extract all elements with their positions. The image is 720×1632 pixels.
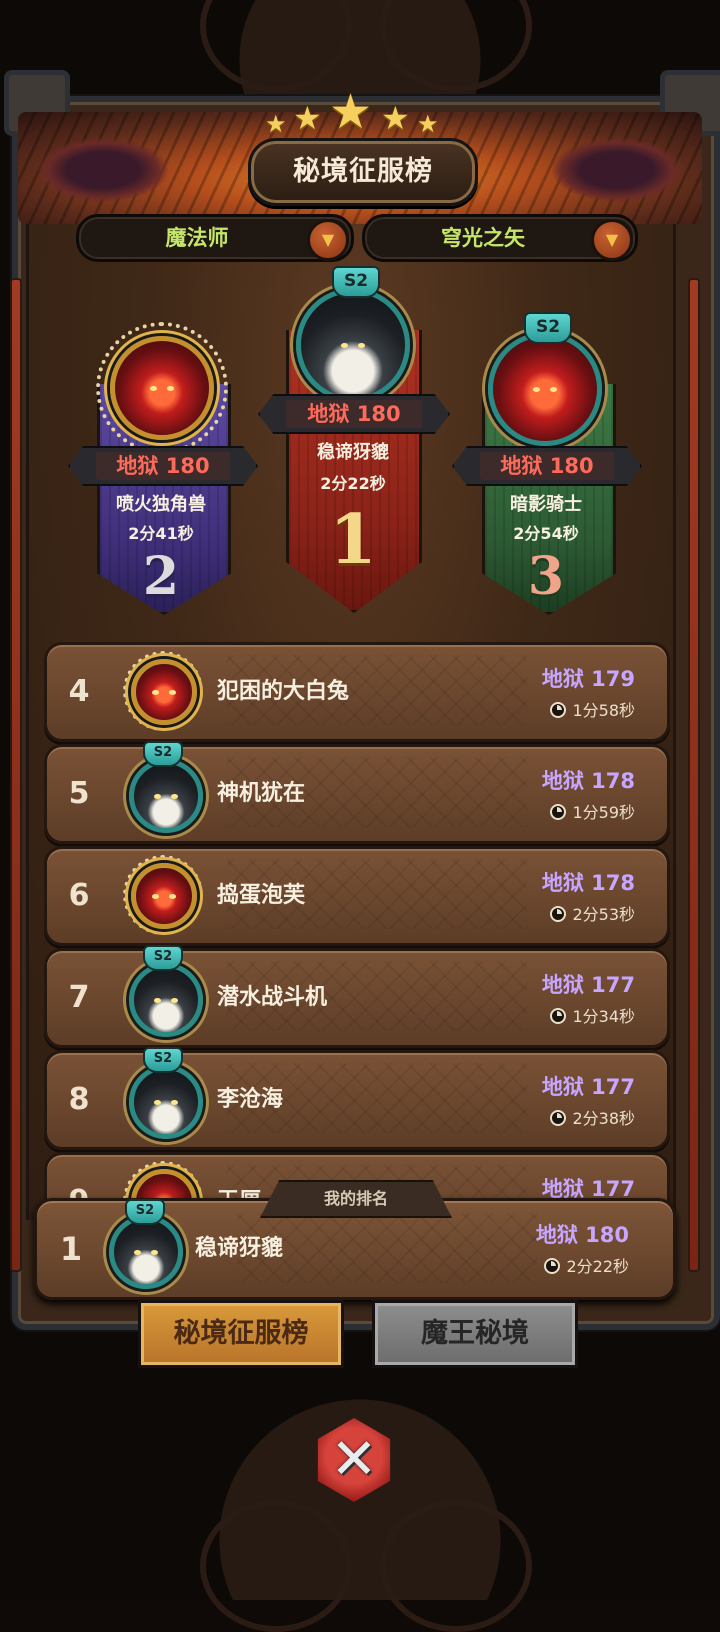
clock-icon: [550, 906, 567, 922]
season-badge: S2: [143, 945, 183, 971]
clock-icon: [550, 1008, 567, 1024]
row-level: 地狱 178: [541, 871, 635, 895]
podium-player-time: 2分41秒: [128, 524, 194, 543]
player-avatar[interactable]: [109, 1215, 183, 1289]
list-item[interactable]: 6 捣蛋泡芙 地狱 178 2分53秒: [44, 846, 670, 946]
clock-icon: [550, 702, 567, 718]
my-rank-tab: 我的排名: [260, 1180, 452, 1218]
row-level: 地狱 178: [541, 769, 635, 793]
row-rank: 8: [68, 1082, 90, 1117]
row-rank: 4: [68, 674, 90, 709]
star-icon: ★: [293, 99, 322, 137]
page-title: 秘境征服榜: [248, 138, 478, 206]
class-filter-dropdown[interactable]: 魔法师 ▼: [76, 214, 354, 262]
podium-rank-number: 1: [329, 500, 377, 580]
podium-level-ribbon: 地狱 180: [258, 394, 450, 434]
player-avatar[interactable]: [131, 659, 197, 725]
tab-conquest-leaderboard[interactable]: 秘境征服榜: [138, 1300, 344, 1368]
clock-icon: [550, 1110, 567, 1126]
row-time: 1分58秒: [550, 697, 635, 721]
row-time: 1分34秒: [550, 1003, 635, 1027]
chevron-down-icon[interactable]: ▼: [307, 219, 349, 261]
podium-player-time: 2分54秒: [513, 524, 579, 543]
season-badge: S2: [332, 266, 380, 298]
row-time: 1分59秒: [550, 799, 635, 823]
season-badge: S2: [143, 1047, 183, 1073]
row-time: 2分38秒: [550, 1105, 635, 1129]
player-avatar[interactable]: [129, 963, 203, 1037]
skill-filter-dropdown[interactable]: 穹光之矢 ▼: [362, 214, 638, 262]
season-badge: S2: [524, 312, 572, 344]
row-level: 地狱 177: [541, 1075, 635, 1099]
podium-level: 地狱 180: [500, 454, 594, 478]
season-badge: S2: [143, 741, 183, 767]
clock-icon: [550, 804, 567, 820]
podium-level: 地狱 180: [116, 454, 210, 478]
list-item[interactable]: 7 S2 潜水战斗机 地狱 177 1分34秒: [44, 945, 670, 1048]
podium-rank-number: 3: [527, 546, 565, 607]
close-icon[interactable]: ✕: [312, 1418, 396, 1502]
list-item[interactable]: 8 S2 李沧海 地狱 177 2分38秒: [44, 1047, 670, 1150]
player-avatar[interactable]: [129, 1065, 203, 1139]
header-eye-right: [552, 138, 682, 202]
podium-player-name: 喷火独角兽: [116, 494, 206, 515]
player-avatar[interactable]: [296, 288, 410, 402]
podium-player-name: 暗影骑士: [510, 494, 582, 515]
header-eye-left: [38, 138, 168, 202]
star-icon: ★: [381, 99, 410, 137]
list-item[interactable]: 5 S2 神机犹在 地狱 178 1分59秒: [44, 741, 670, 844]
season-badge: S2: [125, 1199, 165, 1225]
left-rail: [10, 278, 22, 1272]
class-filter-label: 魔法师: [165, 226, 229, 250]
row-rank: 5: [68, 776, 90, 811]
row-level: 地狱 177: [541, 973, 635, 997]
row-player-name: 潜水战斗机: [217, 985, 328, 1010]
row-rank: 6: [68, 878, 90, 913]
podium-level-ribbon: 地狱 180: [68, 446, 258, 486]
my-rank-time: 2分22秒: [544, 1253, 629, 1277]
row-player-name: 捣蛋泡芙: [217, 883, 306, 908]
right-rail: [688, 278, 700, 1272]
row-player-name: 李沧海: [217, 1087, 284, 1112]
player-avatar[interactable]: [488, 332, 602, 446]
row-time: 2分53秒: [550, 901, 635, 925]
skill-filter-label: 穹光之矢: [441, 226, 525, 250]
star-rating: ★ ★ ★ ★ ★: [265, 84, 455, 140]
row-player-name: 犯困的大白兔: [217, 679, 350, 704]
row-rank: 7: [68, 980, 90, 1015]
my-rank-level: 地狱 180: [535, 1223, 629, 1247]
star-icon: ★: [329, 84, 373, 140]
star-icon: ★: [417, 110, 439, 138]
row-player-name: 神机犹在: [217, 781, 306, 806]
podium-player-time: 2分22秒: [320, 474, 386, 493]
player-avatar[interactable]: [110, 336, 214, 440]
podium-player-name: 稳谛犽貔: [317, 442, 389, 463]
podium-rank-number: 2: [142, 546, 180, 607]
row-level: 地狱 179: [541, 667, 635, 691]
player-avatar[interactable]: [129, 759, 203, 833]
podium-level: 地狱 180: [307, 402, 401, 426]
tab-demon-king-realm[interactable]: 魔王秘境: [372, 1300, 578, 1368]
star-icon: ★: [265, 110, 287, 138]
clock-icon: [544, 1258, 561, 1274]
chevron-down-icon[interactable]: ▼: [591, 219, 633, 261]
list-item[interactable]: 4 犯困的大白兔 地狱 179 1分58秒: [44, 642, 670, 742]
podium-level-ribbon: 地狱 180: [452, 446, 642, 486]
player-avatar[interactable]: [131, 863, 197, 929]
my-rank-number: 1: [59, 1230, 83, 1268]
